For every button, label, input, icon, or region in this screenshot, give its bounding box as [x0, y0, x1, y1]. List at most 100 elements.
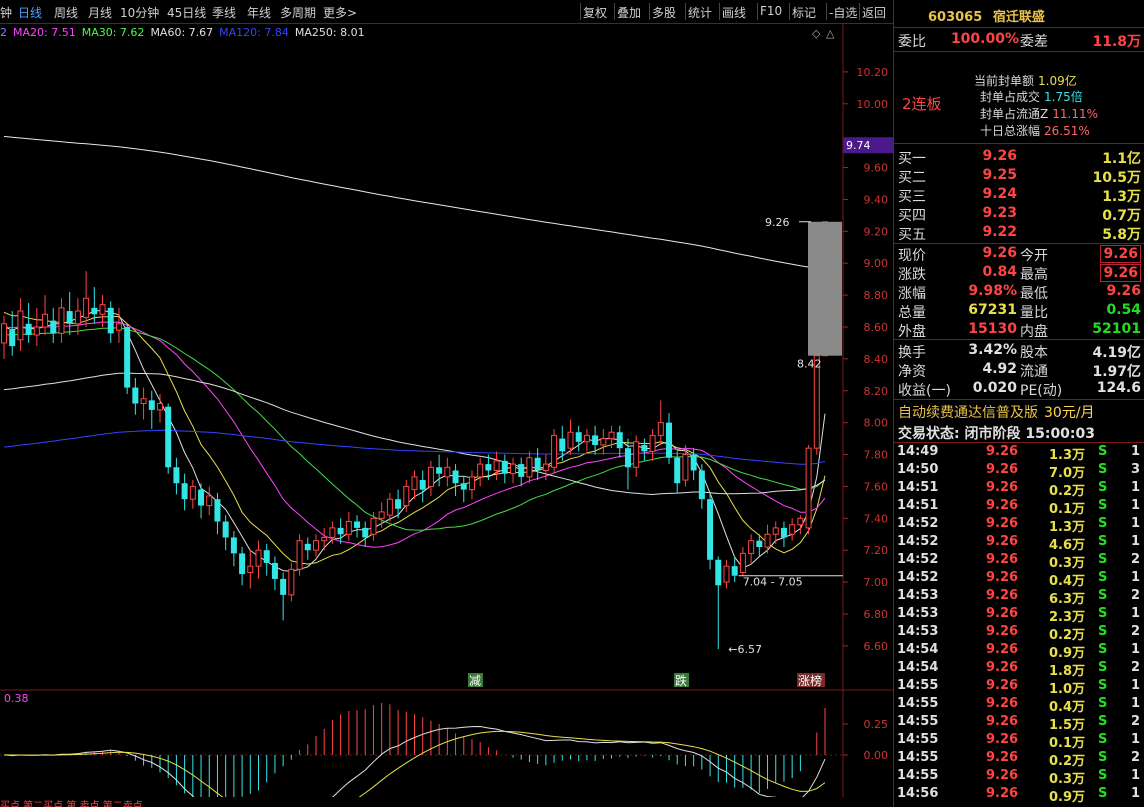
candle[interactable] — [140, 387, 147, 420]
candle[interactable] — [181, 473, 188, 511]
candle[interactable] — [345, 511, 352, 541]
bid-row[interactable]: 买一 9.26 1.1亿 — [894, 148, 1144, 167]
candle[interactable] — [641, 438, 648, 461]
candle[interactable] — [674, 451, 681, 493]
candle[interactable] — [789, 518, 796, 541]
tick-row[interactable]: 14:52 9.26 0.4万 S 1 — [894, 570, 1144, 589]
candle[interactable] — [263, 543, 270, 576]
toolbar-button[interactable]: 统计 — [688, 4, 712, 21]
candle[interactable] — [452, 464, 459, 496]
candle[interactable] — [649, 429, 656, 461]
candle[interactable] — [239, 547, 246, 586]
toolbar-item[interactable]: 多周期 — [280, 4, 316, 21]
candle[interactable] — [42, 295, 49, 335]
candle[interactable] — [271, 556, 278, 591]
candle[interactable] — [304, 537, 311, 560]
toolbar-button[interactable]: -自选 — [829, 4, 857, 21]
candle[interactable] — [780, 521, 787, 548]
candle[interactable] — [312, 534, 319, 557]
candle[interactable] — [444, 457, 451, 487]
toolbar-item[interactable]: 周线 — [54, 4, 78, 21]
toolbar-button[interactable]: 复权 — [583, 4, 607, 21]
candle[interactable] — [723, 559, 730, 589]
candle[interactable] — [255, 540, 262, 579]
collapse-icon[interactable]: △ — [826, 27, 835, 40]
candle[interactable] — [501, 454, 508, 484]
candle[interactable] — [493, 451, 500, 481]
toolbar-item[interactable]: 钟 — [0, 4, 12, 21]
candle[interactable] — [280, 572, 287, 621]
candle[interactable] — [9, 311, 16, 356]
candle[interactable] — [682, 444, 689, 487]
candle[interactable] — [575, 425, 582, 452]
toolbar-item[interactable]: 45日线 — [167, 4, 206, 21]
candle[interactable] — [427, 460, 434, 496]
ad-banner[interactable]: 自动续费通达信普及版 30元/月 — [898, 402, 1095, 422]
candle[interactable] — [1, 315, 7, 359]
tick-row[interactable]: 14:52 9.26 1.3万 S 1 — [894, 516, 1144, 535]
candle[interactable] — [805, 444, 812, 535]
tick-row[interactable]: 14:55 9.26 0.1万 S 1 — [894, 732, 1144, 751]
toolbar-item[interactable]: 更多> — [323, 4, 357, 21]
tick-row[interactable]: 14:54 9.26 1.8万 S 2 — [894, 660, 1144, 679]
candle[interactable] — [551, 429, 558, 474]
candle[interactable] — [748, 534, 755, 563]
candle[interactable] — [83, 271, 90, 327]
tick-row[interactable]: 14:52 9.26 4.6万 S 1 — [894, 534, 1144, 553]
diamond-icon[interactable]: ◇ — [812, 27, 821, 40]
tick-row[interactable]: 14:51 9.26 0.1万 S 1 — [894, 498, 1144, 517]
toolbar-item[interactable]: 10分钟 — [120, 4, 159, 21]
candle[interactable] — [296, 534, 303, 576]
candle[interactable] — [395, 489, 402, 519]
candle[interactable] — [534, 448, 541, 481]
tick-row[interactable]: 14:50 9.26 7.0万 S 3 — [894, 462, 1144, 481]
candle[interactable] — [698, 464, 705, 509]
tick-row[interactable]: 14:55 9.26 1.5万 S 2 — [894, 714, 1144, 733]
tick-row[interactable]: 14:53 9.26 2.3万 S 1 — [894, 606, 1144, 625]
candle[interactable] — [690, 448, 697, 481]
candle[interactable] — [600, 429, 607, 455]
candle[interactable] — [707, 492, 714, 570]
candle[interactable] — [132, 378, 139, 415]
candle[interactable] — [386, 492, 393, 522]
candle[interactable] — [74, 298, 81, 335]
candle[interactable] — [173, 457, 180, 495]
candle[interactable] — [321, 527, 328, 551]
tick-row[interactable]: 14:55 9.26 1.0万 S 1 — [894, 678, 1144, 697]
candle[interactable] — [165, 403, 172, 474]
candle[interactable] — [411, 470, 418, 500]
candle[interactable] — [247, 550, 254, 589]
tick-row[interactable]: 14:55 9.26 0.4万 S 1 — [894, 696, 1144, 715]
tick-row[interactable]: 14:54 9.26 0.9万 S 1 — [894, 642, 1144, 661]
tick-row[interactable]: 14:53 9.26 0.2万 S 2 — [894, 624, 1144, 643]
candle[interactable] — [50, 307, 57, 343]
tick-row[interactable]: 14:55 9.26 0.3万 S 1 — [894, 768, 1144, 787]
bid-row[interactable]: 买五 9.22 5.8万 — [894, 224, 1144, 243]
candle[interactable] — [526, 451, 533, 484]
candle[interactable] — [124, 323, 131, 394]
candle[interactable] — [436, 454, 443, 487]
bid-row[interactable]: 买四 9.23 0.7万 — [894, 205, 1144, 224]
candle[interactable] — [25, 303, 32, 343]
stock-title[interactable]: 603065 宿迁联盛 — [928, 6, 1045, 25]
tick-row[interactable]: 14:51 9.26 0.2万 S 1 — [894, 480, 1144, 499]
toolbar-button[interactable]: 多股 — [652, 4, 676, 21]
candle[interactable] — [583, 429, 590, 452]
toolbar-item[interactable]: 日线 — [18, 4, 42, 21]
tick-row[interactable]: 14:56 9.26 0.9万 S 1 — [894, 786, 1144, 805]
tick-row[interactable]: 14:49 9.26 1.3万 S 1 — [894, 444, 1144, 463]
candle[interactable] — [715, 556, 722, 650]
candle[interactable] — [214, 492, 221, 535]
candle[interactable] — [115, 307, 122, 343]
candle[interactable] — [230, 531, 237, 567]
candle[interactable] — [148, 390, 155, 430]
bid-row[interactable]: 买二 9.25 10.5万 — [894, 167, 1144, 186]
toolbar-button[interactable]: F10 — [760, 4, 782, 18]
candle[interactable] — [362, 521, 369, 548]
candle[interactable] — [337, 518, 344, 544]
candle[interactable] — [370, 511, 377, 541]
candle[interactable] — [33, 307, 40, 347]
toolbar-button[interactable]: 返回 — [862, 4, 886, 21]
candle[interactable] — [559, 425, 566, 461]
toolbar-item[interactable]: 年线 — [247, 4, 271, 21]
